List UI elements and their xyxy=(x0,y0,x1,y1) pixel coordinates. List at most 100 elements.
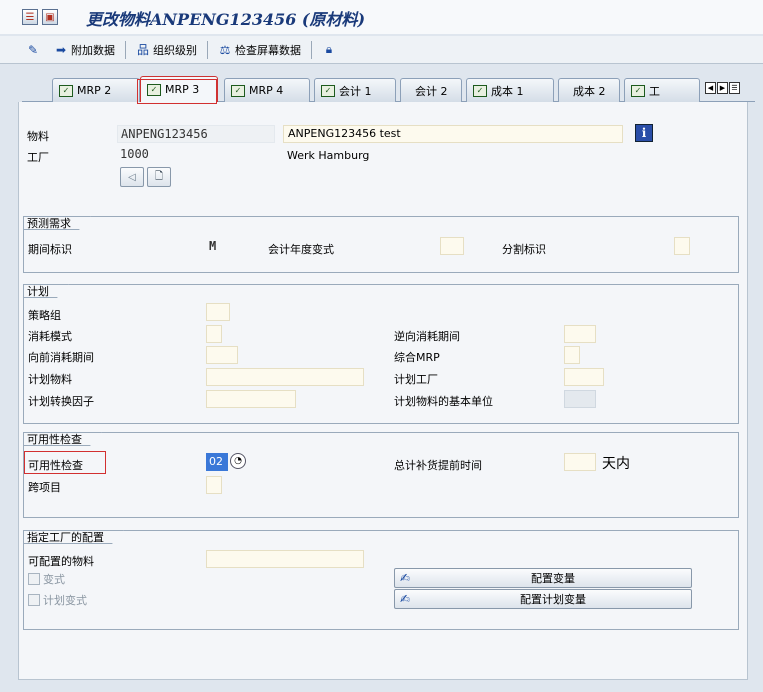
tab-work[interactable]: ✓ 工 xyxy=(624,78,700,102)
strategy-group-label: 策略组 xyxy=(28,309,61,322)
consumption-mode-label: 消耗模式 xyxy=(28,330,72,343)
tab-label: 成本 2 xyxy=(573,84,606,98)
material-number-field: ANPENG123456 xyxy=(117,125,275,143)
strategy-group-field[interactable] xyxy=(206,303,230,321)
conversion-factor-label: 计划转换因子 xyxy=(28,395,94,408)
check-screen-data-button[interactable]: ⚖ 检查屏幕数据 xyxy=(214,40,305,60)
forward-consumption-label: 向前消耗期间 xyxy=(28,351,94,364)
tab-list-icon[interactable]: ☰ xyxy=(729,82,740,94)
tab-costing2[interactable]: 成本 2 xyxy=(558,78,620,102)
edit-icon: ✍ xyxy=(399,571,411,585)
org-levels-label: 组织级别 xyxy=(153,43,197,57)
tab-status-icon: ✓ xyxy=(473,84,487,97)
search-help-icon[interactable]: ◔ xyxy=(230,453,246,469)
tab-label: MRP 4 xyxy=(249,84,284,97)
configure-planning-variant-label: 配置计划变量 xyxy=(520,593,586,606)
lock-icon: 🔒︎ xyxy=(325,42,333,56)
consumption-mode-field[interactable] xyxy=(206,325,222,343)
window-icon[interactable]: ▣ xyxy=(42,9,58,25)
availability-group: 可用性检查 可用性检查 02 ◔ 总计补货提前时间 天内 跨项目 xyxy=(23,432,739,518)
planning-variant-checkbox[interactable]: 计划变式 xyxy=(28,592,87,608)
additional-data-button[interactable]: ➡ 附加数据 xyxy=(50,40,119,60)
plant-config-group: 指定工厂的配置 可配置的物料 变式 计划变式 ✍ 配置变量 ✍ 配置计划变量 xyxy=(23,530,739,630)
conversion-factor-field[interactable] xyxy=(206,390,296,408)
availability-check-field[interactable]: 02 xyxy=(206,453,228,471)
planning-group: 计划 策略组 消耗模式 逆向消耗期间 向前消耗期间 综合MRP 计划物料 计划工… xyxy=(23,284,739,424)
toolbar-separator xyxy=(311,40,312,59)
planning-material-field[interactable] xyxy=(206,368,364,386)
tab-scroll-right-icon[interactable]: ▶ xyxy=(717,82,728,94)
base-unit-label: 计划物料的基本单位 xyxy=(394,395,493,408)
previous-button[interactable]: ◁ xyxy=(120,167,144,187)
tab-navigation: ◀ ▶ ☰ xyxy=(705,82,740,94)
toolbar-separator xyxy=(125,40,126,59)
forecast-group-title: 预测需求 xyxy=(23,216,91,230)
content-area: 物料 ANPENG123456 ANPENG123456 test i 工厂 1… xyxy=(18,102,748,680)
planning-variant-label: 计划变式 xyxy=(43,594,87,607)
fiscal-year-variant-label: 会计年度变式 xyxy=(268,243,334,256)
total-replenishment-label: 总计补货提前时间 xyxy=(394,459,482,472)
mixed-mrp-field[interactable] xyxy=(564,346,580,364)
material-description-field[interactable]: ANPENG123456 test xyxy=(283,125,623,143)
period-indicator-field[interactable]: M xyxy=(206,238,236,256)
tab-status-icon: ✓ xyxy=(59,84,73,97)
variant-checkbox[interactable]: 变式 xyxy=(28,571,65,587)
tab-accounting2[interactable]: 会计 2 xyxy=(400,78,462,102)
planning-plant-field[interactable] xyxy=(564,368,604,386)
title-icons: ☰ ▣ xyxy=(22,9,58,25)
tab-mrp4[interactable]: ✓ MRP 4 xyxy=(224,78,310,102)
new-document-icon[interactable]: 🗋︎ xyxy=(147,167,171,187)
tab-scroll-left-icon[interactable]: ◀ xyxy=(705,82,716,94)
plant-name: Werk Hamburg xyxy=(287,149,370,162)
splitting-indicator-label: 分割标识 xyxy=(502,243,546,256)
days-unit-label: 天内 xyxy=(602,456,630,472)
planning-group-title: 计划 xyxy=(23,284,69,298)
splitting-indicator-field[interactable] xyxy=(674,237,690,255)
tab-label: 工 xyxy=(649,84,660,98)
plant-config-group-title: 指定工厂的配置 xyxy=(23,530,124,544)
configure-variant-button[interactable]: ✍ 配置变量 xyxy=(394,568,692,588)
tab-status-icon: ✓ xyxy=(321,84,335,97)
arrow-right-icon: ➡ xyxy=(55,42,67,57)
planning-variant-checkbox-box xyxy=(28,594,40,606)
availability-group-title: 可用性检查 xyxy=(23,432,102,446)
lock-button[interactable]: 🔒︎ xyxy=(318,40,340,60)
configurable-material-field[interactable] xyxy=(206,550,364,568)
tab-mrp2[interactable]: ✓ MRP 2 xyxy=(52,78,140,102)
tab-costing1[interactable]: ✓ 成本 1 xyxy=(466,78,554,102)
edit-icon: ✍ xyxy=(399,592,411,606)
org-levels-button[interactable]: 品组织级别 xyxy=(132,40,201,60)
org-structure-icon: 品 xyxy=(136,43,149,57)
toolbar-separator xyxy=(207,40,208,59)
tab-strip: ✓ MRP 2 ✓ MRP 3 ✓ MRP 4 ✓ 会计 1 会计 2 ✓ 成本 1 成本… xyxy=(22,72,755,103)
configure-variant-label: 配置变量 xyxy=(531,572,575,585)
tab-label: 成本 1 xyxy=(491,84,524,98)
cross-project-label: 跨项目 xyxy=(28,481,61,494)
variant-label: 变式 xyxy=(43,573,65,586)
display-change-button[interactable]: ✎ xyxy=(22,40,44,60)
check-screen-data-label: 检查屏幕数据 xyxy=(235,43,301,57)
tab-status-icon: ✓ xyxy=(231,84,245,97)
page-title: 更改物料ANPENG123456 (原材料) xyxy=(86,10,366,29)
tab-accounting1[interactable]: ✓ 会计 1 xyxy=(314,78,396,102)
configure-planning-variant-button[interactable]: ✍ 配置计划变量 xyxy=(394,589,692,609)
tab-status-icon: ✓ xyxy=(631,84,645,97)
tab-label: 会计 2 xyxy=(415,84,448,98)
period-indicator-label: 期间标识 xyxy=(28,243,72,256)
check-screen-icon: ⚖ xyxy=(219,42,231,57)
configurable-material-label: 可配置的物料 xyxy=(28,555,94,568)
fiscal-year-variant-field[interactable] xyxy=(440,237,464,255)
backward-consumption-field[interactable] xyxy=(564,325,596,343)
forward-consumption-field[interactable] xyxy=(206,346,238,364)
plant-field: 1000 xyxy=(120,147,149,161)
total-replenishment-field[interactable] xyxy=(564,453,596,471)
base-unit-field xyxy=(564,390,596,408)
cross-project-field[interactable] xyxy=(206,476,222,494)
menu-icon[interactable]: ☰ xyxy=(22,9,38,25)
mixed-mrp-label: 综合MRP xyxy=(394,351,440,364)
planning-plant-label: 计划工厂 xyxy=(394,373,438,386)
info-icon[interactable]: i xyxy=(635,124,653,142)
tab-label: 会计 1 xyxy=(339,84,372,98)
active-tab-highlight xyxy=(137,79,217,104)
availability-check-highlight xyxy=(24,451,106,474)
